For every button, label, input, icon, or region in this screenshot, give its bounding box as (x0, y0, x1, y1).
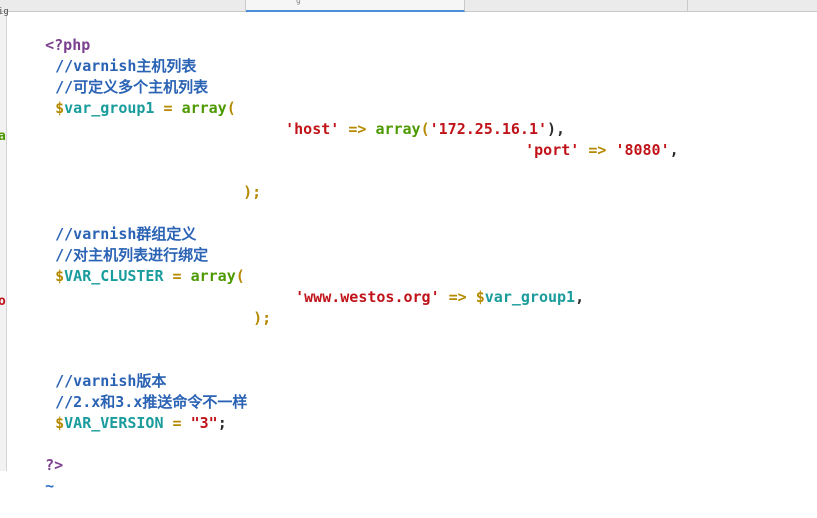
arrow-op: => (348, 120, 367, 138)
code-line-13: 'www.westos.org' => $var_group1, (259, 266, 584, 306)
code-editor[interactable]: <?php //varnish主机列表 //可定义多个主机列表 $var_gro… (9, 12, 817, 495)
var-group1: var_group1 (64, 99, 155, 117)
dollar-sign: $ (475, 288, 485, 306)
dquote: " (208, 414, 218, 432)
assign-op: = (172, 414, 182, 432)
code-line-17: //varnish版本 (19, 350, 166, 390)
code-line-11: //对主机列表进行绑定 (19, 224, 208, 264)
arrow-op: => (588, 141, 607, 159)
tab-3[interactable] (465, 0, 688, 11)
quote: ' (525, 141, 535, 159)
paren-open: ( (420, 120, 430, 138)
code-line-5: 'host' => array('172.25.16.1'), (249, 98, 565, 138)
semicolon: ; (217, 414, 227, 432)
var-group1-ref: var_group1 (484, 288, 576, 306)
code-line-12: $VAR_CLUSTER = array( (19, 245, 245, 285)
code-line-21: ?> (9, 434, 63, 474)
empty-line-marker: ~ (9, 455, 54, 495)
code-line-18: //2.x和3.x推送命令不一样 (19, 371, 247, 411)
gutter-mark-2: a (0, 129, 6, 144)
array-close: ); (253, 309, 272, 327)
paren-open: ( (226, 99, 236, 117)
quote: ' (295, 288, 305, 306)
host-key: host (294, 120, 331, 138)
port-key: port (534, 141, 571, 159)
tab-2[interactable]: g (246, 0, 465, 12)
quote: ' (429, 120, 439, 138)
var-version: VAR_VERSION (64, 414, 164, 432)
paren-open: ( (235, 267, 245, 285)
code-line-14: ); (217, 287, 271, 327)
port-value: 8080 (624, 141, 661, 159)
code-line-1: <?php (9, 14, 90, 54)
code-line-2: //varnish主机列表 (19, 35, 196, 75)
gutter-mark-3: o (0, 294, 6, 309)
code-line-4: $var_group1 = array( (19, 77, 236, 117)
tab-4[interactable] (688, 0, 817, 11)
site-key: www.westos.org (304, 288, 431, 306)
code-line-6: 'port' => '8080', (489, 119, 679, 159)
quote: ' (285, 120, 295, 138)
code-line-10: //varnish群组定义 (19, 203, 196, 243)
dquote: " (190, 414, 200, 432)
dollar-sign: $ (55, 267, 65, 285)
code-line-3: //可定义多个主机列表 (19, 56, 208, 96)
tab-bar: g (0, 0, 817, 12)
quote: ' (570, 141, 580, 159)
array-close: ); (243, 183, 262, 201)
array-keyword: array (375, 120, 421, 138)
gutter-mark-1: ig (0, 7, 9, 17)
version-value: 3 (199, 414, 209, 432)
gutter: ig a o (0, 7, 9, 471)
quote: ' (430, 288, 440, 306)
array-keyword: array (181, 99, 227, 117)
arrow-op: => (448, 288, 467, 306)
dollar-sign: $ (55, 99, 65, 117)
array-keyword: array (190, 267, 236, 285)
code-line-19: $VAR_VERSION = "3"; (19, 392, 227, 432)
quote: ' (330, 120, 340, 138)
code-line-8: ); (207, 161, 261, 201)
tab-2-label: g (296, 0, 301, 5)
assign-op: = (172, 267, 182, 285)
dollar-sign: $ (55, 414, 65, 432)
var-cluster: VAR_CLUSTER (64, 267, 164, 285)
assign-op: = (163, 99, 173, 117)
comma: , (669, 141, 679, 159)
quote: ' (660, 141, 670, 159)
tilde-marker: ~ (45, 477, 55, 495)
comma: , (575, 288, 585, 306)
tab-1[interactable] (0, 0, 246, 11)
